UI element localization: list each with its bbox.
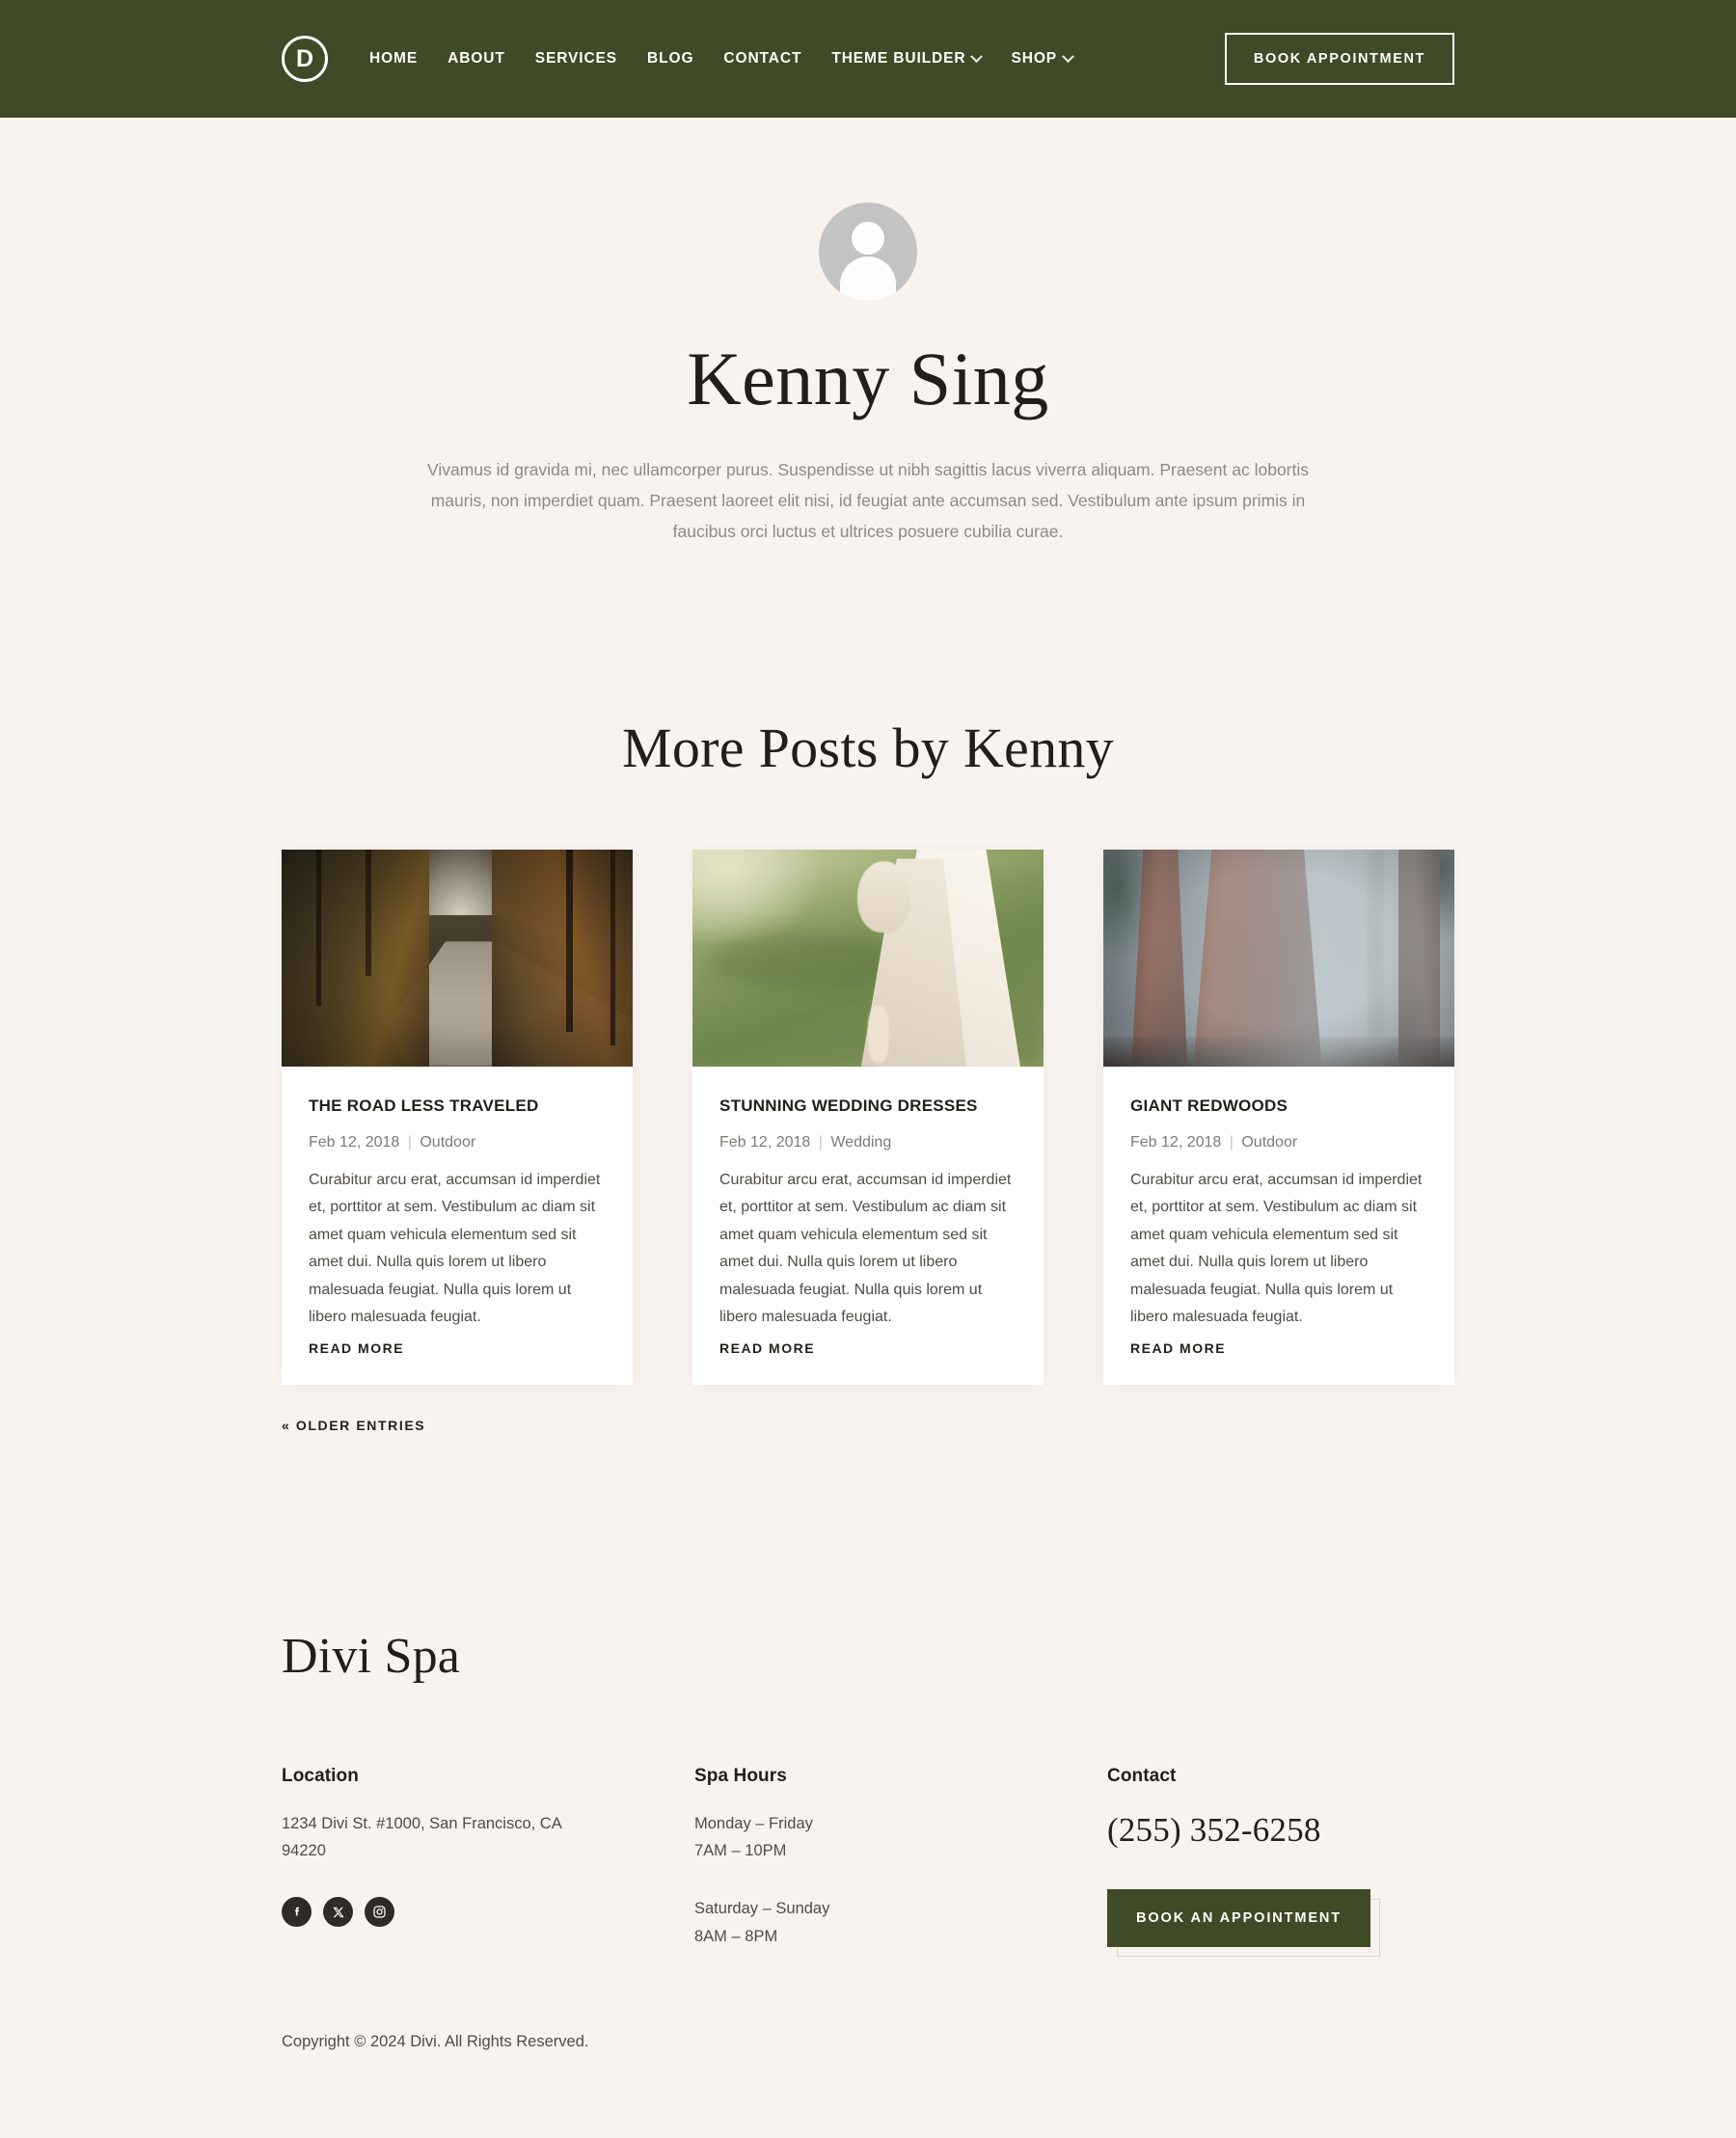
book-appointment-footer-button[interactable]: BOOK AN APPOINTMENT bbox=[1107, 1888, 1371, 1947]
post-date: Feb 12, 2018 bbox=[309, 1133, 400, 1150]
post-body: THE ROAD LESS TRAVELED Feb 12, 2018 | Ou… bbox=[282, 1067, 633, 1384]
logo-letter: D bbox=[295, 44, 314, 72]
thumb-arm-layer bbox=[868, 1006, 889, 1063]
thumb-shadow-layer bbox=[706, 932, 900, 989]
footer-hours-weekend-time: 8AM – 8PM bbox=[694, 1927, 778, 1945]
footer-hours-weekday: Monday – Friday 7AM – 10PM bbox=[694, 1810, 1022, 1865]
footer-location-title: Location bbox=[282, 1765, 359, 1786]
thumb-sleeve-layer bbox=[857, 860, 910, 933]
footer-hours-weekday-time: 7AM – 10PM bbox=[694, 1842, 787, 1860]
footer-column-hours: Spa Hours Monday – Friday 7AM – 10PM Sat… bbox=[694, 1766, 1107, 1951]
post-excerpt: Curabitur arcu erat, accumsan id imperdi… bbox=[1130, 1171, 1423, 1326]
footer-phone[interactable]: (255) 352-6258 bbox=[1107, 1810, 1454, 1851]
post-meta-separator: | bbox=[1229, 1133, 1234, 1150]
nav-item-label: CONTACT bbox=[723, 50, 802, 67]
chevron-down-icon bbox=[970, 49, 984, 63]
social-links bbox=[282, 1897, 694, 1928]
nav-item-contact[interactable]: CONTACT bbox=[723, 50, 801, 68]
footer-columns: Location 1234 Divi St. #1000, San Franci… bbox=[282, 1765, 1454, 1957]
pagination: « OLDER ENTRIES bbox=[282, 1418, 1454, 1435]
posts-grid: THE ROAD LESS TRAVELED Feb 12, 2018 | Ou… bbox=[282, 850, 1454, 1385]
nav-item-home[interactable]: HOME bbox=[369, 50, 418, 68]
nav-item-label: BLOG bbox=[647, 50, 694, 67]
nav-item-label: THEME BUILDER bbox=[831, 50, 966, 67]
nav-item-theme-builder[interactable]: THEME BUILDER bbox=[831, 49, 984, 68]
read-more-link[interactable]: READ MORE bbox=[719, 1340, 815, 1356]
read-more-link[interactable]: READ MORE bbox=[1130, 1340, 1226, 1356]
nav-item-label: SHOP bbox=[1011, 50, 1058, 67]
footer-address: 1234 Divi St. #1000, San Francisco, CA 9… bbox=[282, 1814, 561, 1860]
post-title[interactable]: STUNNING WEDDING DRESSES bbox=[719, 1096, 1017, 1117]
footer-column-contact: Contact (255) 352-6258 BOOK AN APPOINTME… bbox=[1107, 1765, 1454, 1957]
post-meta-separator: | bbox=[407, 1133, 412, 1150]
nav-item-shop[interactable]: SHOP bbox=[1011, 49, 1074, 68]
x-twitter-icon bbox=[332, 1907, 344, 1918]
facebook-link[interactable] bbox=[282, 1897, 312, 1928]
footer-hours-title: Spa Hours bbox=[694, 1765, 787, 1786]
instagram-link[interactable] bbox=[365, 1897, 394, 1928]
post-meta-separator: | bbox=[818, 1133, 823, 1150]
post-date: Feb 12, 2018 bbox=[719, 1133, 811, 1150]
post-category[interactable]: Wedding bbox=[830, 1134, 891, 1150]
avatar-head-shape bbox=[852, 222, 884, 255]
posts-section-heading: More Posts by Kenny bbox=[622, 717, 1114, 780]
post-meta: Feb 12, 2018 | Outdoor bbox=[309, 1132, 606, 1153]
footer-hours-weekend-days: Saturday – Sunday bbox=[694, 1900, 830, 1918]
chevron-down-icon bbox=[1062, 49, 1074, 63]
footer-hours-weekend: Saturday – Sunday 8AM – 8PM bbox=[694, 1895, 1022, 1950]
nav-item-label: SERVICES bbox=[534, 50, 618, 67]
author-bio: Vivamus id gravida mi, nec ullamcorper p… bbox=[427, 459, 1309, 541]
nav-item-services[interactable]: SERVICES bbox=[535, 50, 617, 68]
primary-navigation: HOME ABOUT SERVICES BLOG CONTACT THEME B… bbox=[369, 49, 1225, 68]
book-appointment-footer-wrapper: BOOK AN APPOINTMENT bbox=[1107, 1888, 1381, 1957]
post-title[interactable]: GIANT REDWOODS bbox=[1130, 1096, 1427, 1117]
footer-hours-weekday-days: Monday – Friday bbox=[694, 1814, 813, 1832]
post-excerpt: Curabitur arcu erat, accumsan id imperdi… bbox=[719, 1171, 1012, 1326]
older-entries-link[interactable]: « OLDER ENTRIES bbox=[282, 1418, 1454, 1433]
book-appointment-header-button[interactable]: BOOK APPOINTMENT bbox=[1224, 33, 1454, 85]
footer-brand: Divi Spa bbox=[282, 1628, 461, 1684]
page-title: Kenny Sing bbox=[687, 337, 1049, 420]
post-card[interactable]: STUNNING WEDDING DRESSES Feb 12, 2018 | … bbox=[692, 850, 1044, 1385]
post-date: Feb 12, 2018 bbox=[1130, 1133, 1222, 1150]
post-meta: Feb 12, 2018 | Outdoor bbox=[1130, 1132, 1427, 1153]
footer-column-location: Location 1234 Divi St. #1000, San Franci… bbox=[282, 1766, 694, 1951]
author-hero: Kenny Sing Vivamus id gravida mi, nec ul… bbox=[0, 118, 1736, 547]
post-thumbnail-stunning-wedding-dresses[interactable] bbox=[692, 850, 1044, 1068]
nav-item-label: ABOUT bbox=[448, 50, 505, 67]
site-header: D HOME ABOUT SERVICES BLOG CONTACT THEME… bbox=[0, 0, 1736, 118]
post-category[interactable]: Outdoor bbox=[420, 1134, 475, 1150]
site-footer: Divi Spa Location 1234 Divi St. #1000, S… bbox=[282, 1435, 1454, 1957]
nav-item-blog[interactable]: BLOG bbox=[647, 50, 693, 68]
post-thumbnail-the-road-less-traveled[interactable] bbox=[282, 850, 633, 1068]
post-thumbnail-giant-redwoods[interactable] bbox=[1103, 850, 1454, 1068]
avatar bbox=[819, 203, 917, 301]
post-excerpt: Curabitur arcu erat, accumsan id imperdi… bbox=[309, 1171, 601, 1326]
copyright-text: Copyright © 2024 Divi. All Rights Reserv… bbox=[282, 2033, 589, 2051]
thumb-vignette bbox=[282, 850, 633, 1068]
post-body: STUNNING WEDDING DRESSES Feb 12, 2018 | … bbox=[692, 1067, 1044, 1384]
thumb-vignette bbox=[1103, 850, 1454, 1068]
avatar-body-shape bbox=[840, 257, 896, 301]
post-body: GIANT REDWOODS Feb 12, 2018 | Outdoor Cu… bbox=[1103, 1067, 1454, 1384]
post-meta: Feb 12, 2018 | Wedding bbox=[719, 1132, 1017, 1153]
post-title[interactable]: THE ROAD LESS TRAVELED bbox=[309, 1096, 606, 1117]
read-more-link[interactable]: READ MORE bbox=[309, 1340, 404, 1356]
post-card[interactable]: THE ROAD LESS TRAVELED Feb 12, 2018 | Ou… bbox=[282, 850, 633, 1385]
facebook-icon bbox=[294, 1907, 299, 1916]
footer-contact-title: Contact bbox=[1107, 1765, 1177, 1786]
nav-list: HOME ABOUT SERVICES BLOG CONTACT THEME B… bbox=[369, 49, 1225, 68]
nav-item-about[interactable]: ABOUT bbox=[448, 50, 505, 68]
instagram-icon bbox=[373, 1906, 386, 1919]
x-twitter-link[interactable] bbox=[323, 1897, 353, 1928]
more-posts-section: More Posts by Kenny THE ROAD LESS TRAVEL… bbox=[0, 547, 1736, 1434]
nav-item-label: HOME bbox=[369, 50, 419, 67]
post-card[interactable]: GIANT REDWOODS Feb 12, 2018 | Outdoor Cu… bbox=[1103, 850, 1454, 1385]
post-category[interactable]: Outdoor bbox=[1241, 1134, 1297, 1150]
divi-logo[interactable]: D bbox=[282, 36, 328, 82]
